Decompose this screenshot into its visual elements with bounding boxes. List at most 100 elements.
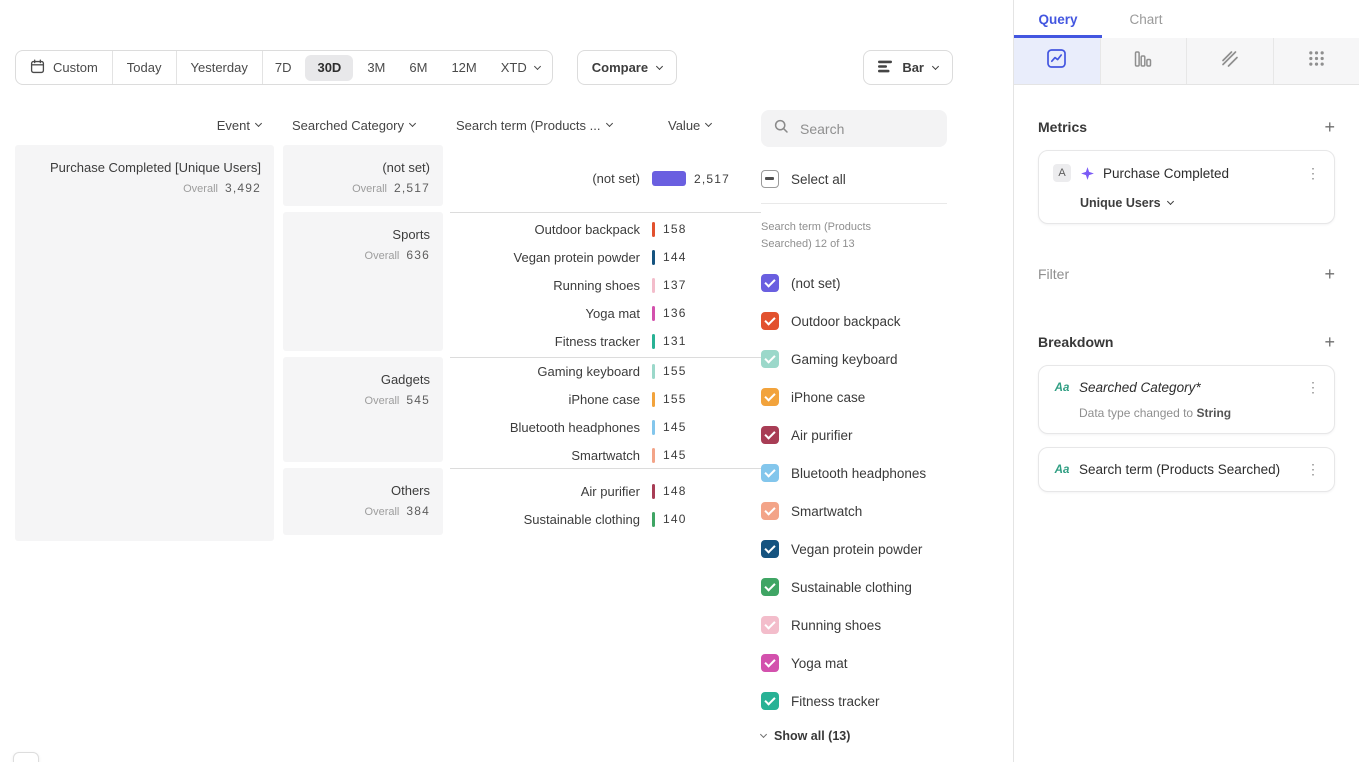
- date-7d-button[interactable]: 7D: [262, 51, 304, 84]
- date-custom-button[interactable]: Custom: [16, 51, 112, 84]
- checkbox[interactable]: [761, 692, 779, 710]
- toolbar: Custom Today Yesterday 7D 30D 3M 6M 12M …: [15, 50, 953, 85]
- term-label: Air purifier: [450, 484, 640, 499]
- chevron-down-icon: [705, 120, 712, 127]
- table-row[interactable]: Gaming keyboard 155: [450, 357, 761, 385]
- series-list-label: Search term (Products Searched) 12 of 13: [761, 219, 913, 252]
- group-sports: Sports Overall636 Outdoor backpack 158: [283, 212, 761, 357]
- series-item[interactable]: Air purifier: [761, 416, 947, 454]
- date-6m-button[interactable]: 6M: [397, 51, 439, 84]
- table-row[interactable]: Yoga mat 136: [450, 299, 761, 327]
- checkbox[interactable]: [761, 274, 779, 292]
- breakdown-heading: Breakdown: [1038, 334, 1113, 350]
- checkbox[interactable]: [761, 616, 779, 634]
- add-breakdown-button[interactable]: +: [1324, 333, 1335, 351]
- date-12m-button[interactable]: 12M: [439, 51, 488, 84]
- checkbox[interactable]: [761, 426, 779, 444]
- select-all-checkbox[interactable]: [761, 170, 779, 188]
- cut-off-floating-control[interactable]: [13, 752, 39, 762]
- tab-chart[interactable]: Chart: [1102, 0, 1190, 38]
- term-label: Outdoor backpack: [450, 222, 640, 237]
- table-row[interactable]: Bluetooth headphones 145: [450, 413, 761, 441]
- column-header-value[interactable]: Value: [668, 118, 711, 133]
- series-item[interactable]: Sustainable clothing: [761, 568, 947, 606]
- funnel-bars-icon: [1133, 49, 1153, 74]
- table-row[interactable]: iPhone case 155: [450, 385, 761, 413]
- category-cell[interactable]: Sports Overall636: [283, 212, 443, 351]
- table-row[interactable]: Outdoor backpack 158: [450, 215, 761, 243]
- series-item[interactable]: Outdoor backpack: [761, 302, 947, 340]
- metric-options-button[interactable]: ⋮: [1298, 165, 1320, 182]
- checkbox[interactable]: [761, 540, 779, 558]
- column-header-search-term[interactable]: Search term (Products ... Value: [450, 118, 761, 133]
- table-row[interactable]: Sustainable clothing 140: [450, 505, 761, 533]
- breakdown-options-button[interactable]: ⋮: [1298, 461, 1320, 478]
- series-label: Fitness tracker: [791, 694, 880, 709]
- add-metric-button[interactable]: +: [1324, 118, 1335, 136]
- checkbox[interactable]: [761, 654, 779, 672]
- query-panel-tabs: Query Chart: [1014, 0, 1359, 38]
- value-bar: [652, 171, 686, 186]
- metric-card[interactable]: A Purchase Completed ⋮ Unique Users: [1038, 150, 1335, 224]
- category-name: Sports: [296, 227, 430, 242]
- measurement-label: Unique Users: [1080, 196, 1161, 210]
- checkbox[interactable]: [761, 578, 779, 596]
- series-item[interactable]: (not set): [761, 264, 947, 302]
- column-header-searched-category[interactable]: Searched Category: [283, 118, 443, 133]
- select-all-row[interactable]: Select all: [761, 170, 947, 188]
- value-bar: [652, 222, 655, 237]
- breakdown-card-search-term[interactable]: Aa Search term (Products Searched) ⋮: [1038, 447, 1335, 492]
- table-row[interactable]: (not set) 2,517: [450, 165, 761, 193]
- date-30d-button[interactable]: 30D: [305, 55, 353, 81]
- series-item[interactable]: iPhone case: [761, 378, 947, 416]
- category-cell[interactable]: (not set) Overall2,517: [283, 145, 443, 206]
- series-label: Yoga mat: [791, 656, 848, 671]
- checkbox[interactable]: [761, 502, 779, 520]
- chevron-down-icon: [656, 62, 663, 69]
- report-content: Event Searched Category Search term (Pro…: [0, 110, 1013, 743]
- breakdown-card-searched-category[interactable]: Aa Searched Category* ⋮ Data type change…: [1038, 365, 1335, 434]
- series-item[interactable]: Vegan protein powder: [761, 530, 947, 568]
- tab-query[interactable]: Query: [1014, 0, 1102, 38]
- date-3m-button[interactable]: 3M: [355, 51, 397, 84]
- select-all-label: Select all: [791, 172, 846, 187]
- date-range-group: Custom Today Yesterday 7D 30D 3M 6M 12M …: [15, 50, 553, 85]
- checkbox[interactable]: [761, 312, 779, 330]
- flows-tab[interactable]: [1273, 38, 1359, 84]
- series-item[interactable]: Yoga mat: [761, 644, 947, 682]
- compare-button[interactable]: Compare: [577, 50, 677, 85]
- column-header-event[interactable]: Event: [15, 118, 274, 133]
- group-not-set: (not set) Overall2,517 (not set) 2,517: [283, 145, 761, 212]
- series-item[interactable]: Bluetooth headphones: [761, 454, 947, 492]
- date-yesterday-button[interactable]: Yesterday: [176, 51, 262, 84]
- checkbox[interactable]: [761, 388, 779, 406]
- search-box[interactable]: [761, 110, 947, 147]
- table-row[interactable]: Running shoes 137: [450, 271, 761, 299]
- table-row[interactable]: Vegan protein powder 144: [450, 243, 761, 271]
- event-overall: Overall3,492: [28, 181, 261, 195]
- event-cell[interactable]: Purchase Completed [Unique Users] Overal…: [15, 145, 274, 541]
- chart-type-selector[interactable]: Bar: [863, 50, 953, 85]
- show-all-toggle[interactable]: Show all (13): [761, 729, 947, 743]
- category-cell[interactable]: Others Overall384: [283, 468, 443, 535]
- date-today-button[interactable]: Today: [112, 51, 176, 84]
- table-row[interactable]: Smartwatch 145: [450, 441, 761, 469]
- add-filter-button[interactable]: +: [1324, 265, 1335, 283]
- search-input[interactable]: [798, 120, 935, 138]
- insights-tab[interactable]: [1014, 38, 1100, 84]
- table-row[interactable]: Air purifier 148: [450, 477, 761, 505]
- funnels-tab[interactable]: [1100, 38, 1187, 84]
- table-row[interactable]: Fitness tracker 131: [450, 327, 761, 355]
- checkbox[interactable]: [761, 350, 779, 368]
- breakdown-options-button[interactable]: ⋮: [1298, 379, 1320, 396]
- category-cell[interactable]: Gadgets Overall545: [283, 357, 443, 462]
- retention-tab[interactable]: [1186, 38, 1273, 84]
- string-property-icon: Aa: [1053, 382, 1071, 394]
- date-xtd-button[interactable]: XTD: [489, 51, 552, 84]
- series-item[interactable]: Fitness tracker: [761, 682, 947, 720]
- series-item[interactable]: Smartwatch: [761, 492, 947, 530]
- series-item[interactable]: Running shoes: [761, 606, 947, 644]
- series-item[interactable]: Gaming keyboard: [761, 340, 947, 378]
- measurement-selector[interactable]: Unique Users: [1080, 196, 1320, 210]
- checkbox[interactable]: [761, 464, 779, 482]
